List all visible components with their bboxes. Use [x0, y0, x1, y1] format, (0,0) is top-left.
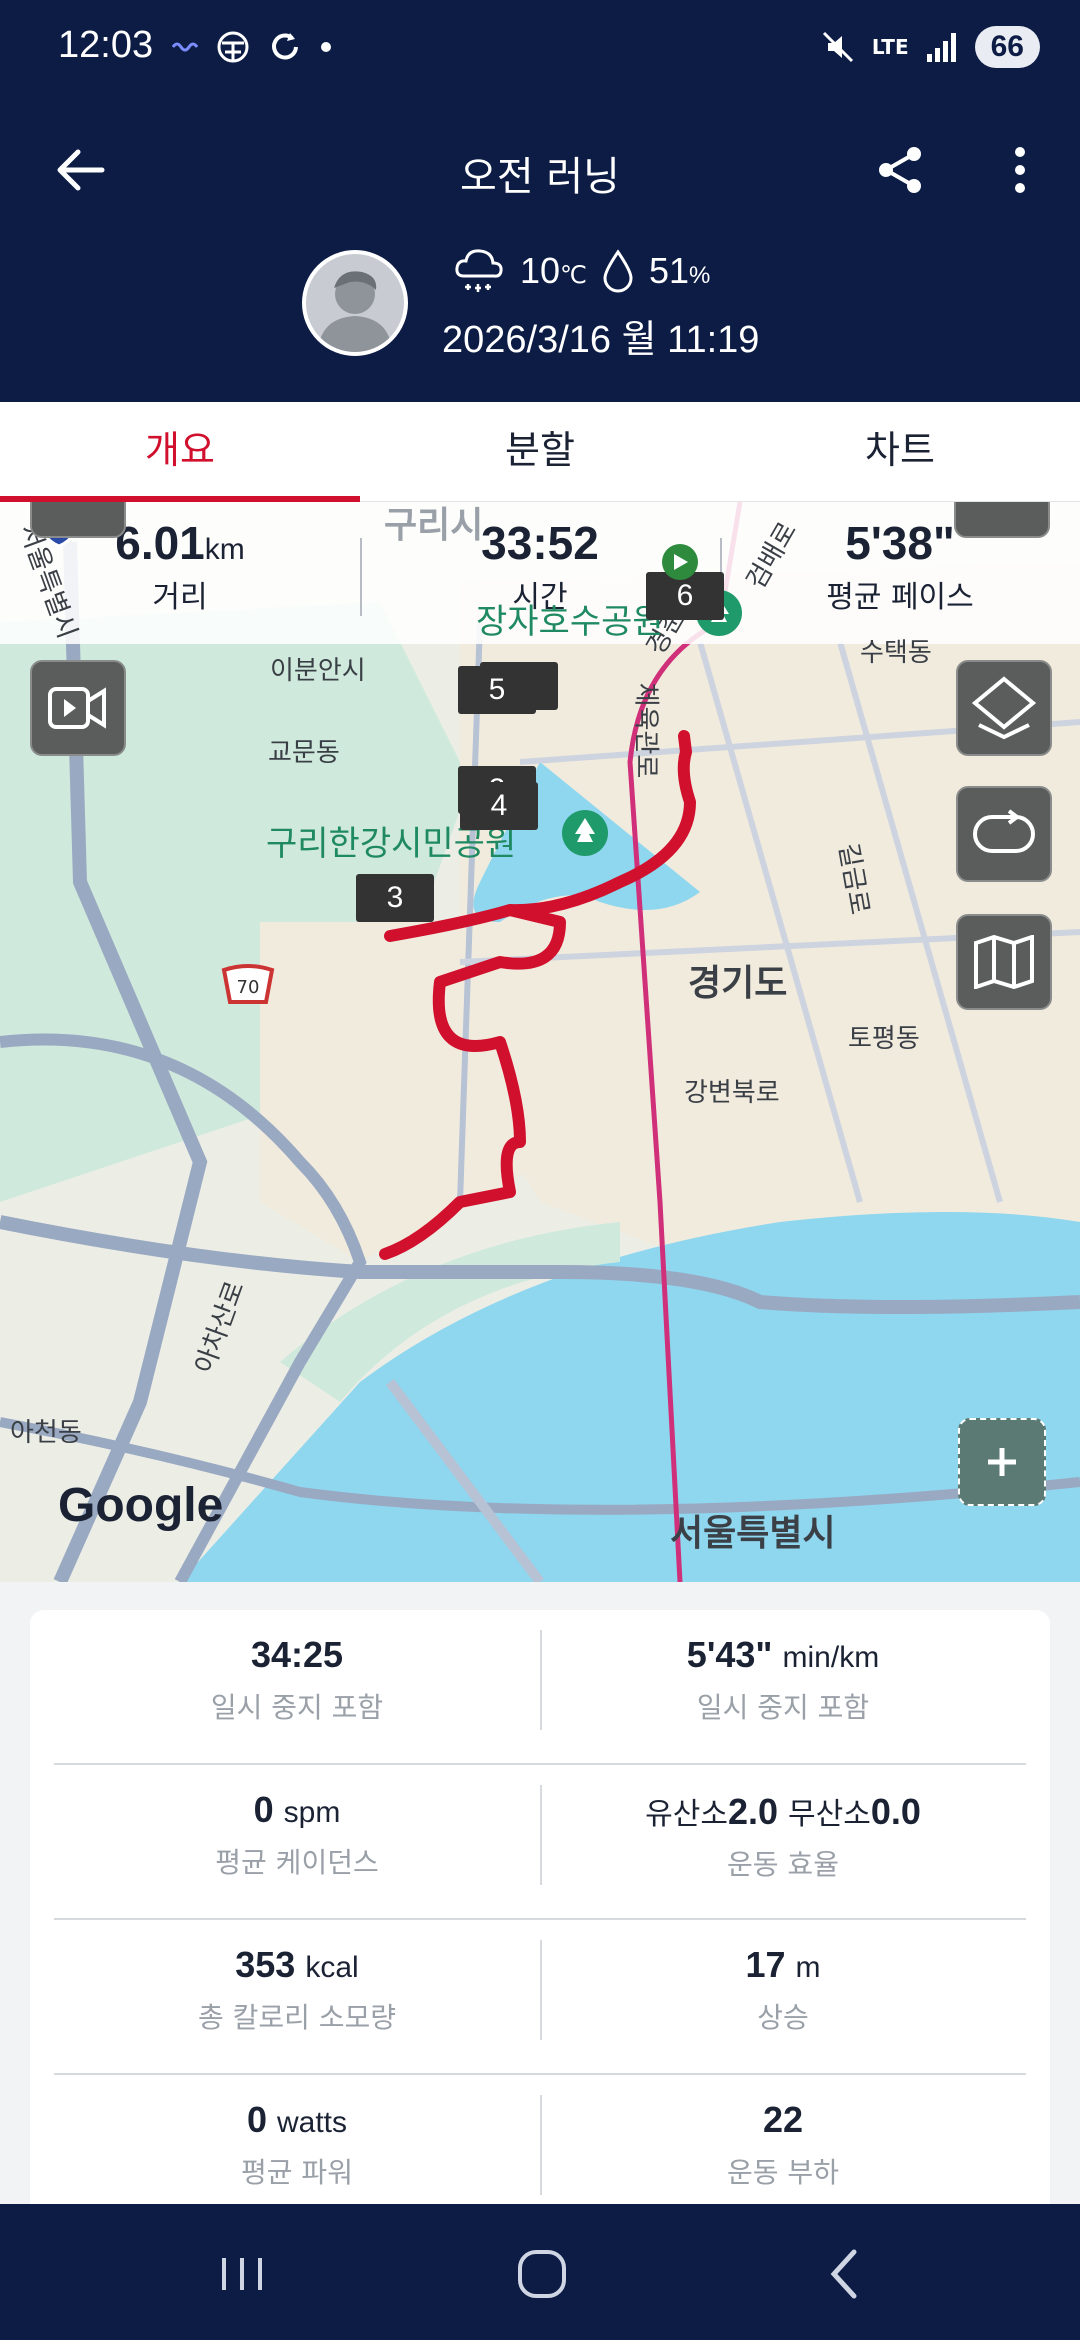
region-label-gyeonggi: 경기도 — [688, 963, 788, 1004]
lte-indicator: LTE — [871, 35, 909, 59]
plus-icon — [988, 1448, 1016, 1476]
route-70-badge-icon: 70 — [221, 964, 275, 1004]
video-replay-button-alt[interactable] — [30, 502, 126, 538]
tab-charts[interactable]: 차트 — [720, 402, 1080, 501]
map-style-button[interactable] — [954, 502, 1050, 538]
sync-icon — [272, 33, 298, 60]
place-label-sutaek: 수택동 — [860, 638, 932, 668]
signal-icon — [926, 33, 956, 62]
more-options-icon[interactable] — [1000, 140, 1040, 200]
split-marker-3[interactable]: 3 — [356, 874, 434, 922]
temperature: 10℃ — [520, 250, 587, 291]
split-marker-5[interactable]: 5 — [458, 666, 536, 714]
share-icon[interactable] — [870, 140, 930, 200]
details-row: 353 kcal 총 칼로리 소모량 17 m 상승 — [54, 1920, 1026, 2075]
route-map[interactable]: 6.01km 거리 33:52 시간 5'38" 평균 페이스 이분안시 수택동… — [0, 502, 1080, 1582]
detail-training-effect: 유산소2.0 무산소0.0 운동 효율 — [540, 1765, 1026, 1918]
park-label-jangja: 장자호수공원 — [476, 602, 664, 642]
details-row: 34:25 일시 중지 포함 5'43" min/km 일시 중지 포함 — [54, 1610, 1026, 1765]
park-tree-icon[interactable] — [560, 808, 610, 858]
recent-apps-icon[interactable] — [202, 2244, 282, 2304]
status-time: 12:03 — [58, 24, 154, 66]
battery-level: 66 — [974, 26, 1040, 68]
dot-icon — [321, 42, 331, 52]
details-row: 0 spm 평균 케이던스 유산소2.0 무산소0.0 운동 효율 — [54, 1765, 1026, 1920]
google-attribution: Google — [58, 1479, 224, 1532]
weather-info: 10℃ 51% — [452, 246, 710, 296]
tab-bar: 개요 분할 차트 — [0, 402, 1080, 502]
road-label-gangbyeon: 강변북로 — [684, 1078, 780, 1108]
split-marker-4[interactable]: 4 — [460, 782, 538, 830]
tab-overview[interactable]: 개요 — [0, 402, 360, 502]
detail-elevation-gain: 17 m 상승 — [540, 1920, 1026, 2073]
detail-cadence: 0 spm 평균 케이던스 — [215, 1789, 379, 1879]
region-label-seoul: 서울특별시 — [670, 1513, 836, 1554]
map-view-button[interactable] — [956, 914, 1052, 1010]
snow-cloud-icon — [455, 249, 503, 292]
start-play-icon[interactable] — [652, 542, 708, 582]
mute-icon — [822, 31, 853, 63]
road-label-chejukgwanro: 체육관로 — [630, 682, 661, 779]
detail-total-time: 34:25 일시 중지 포함 — [210, 1634, 384, 1724]
humidity-drop-icon — [603, 249, 633, 293]
detail-pace-with-pause: 5'43" min/km 일시 중지 포함 — [540, 1610, 1026, 1763]
video-button[interactable] — [30, 660, 126, 756]
svg-text:70: 70 — [237, 977, 260, 998]
detail-calories: 353 kcal 총 칼로리 소모량 — [197, 1944, 397, 2034]
details-card: 34:25 일시 중지 포함 5'43" min/km 일시 중지 포함 0 s… — [30, 1610, 1050, 2230]
map-layer-button[interactable] — [956, 660, 1052, 756]
place-label-ebunan: 이분안시 — [270, 656, 366, 686]
region-label-guri: 구리시 — [384, 505, 484, 546]
humidity: 51% — [649, 250, 711, 291]
route-loop-button[interactable] — [956, 786, 1052, 882]
status-bar: 12:03 LTE 66 — [0, 0, 1080, 100]
activity-datetime: 2026/3/16 월 11:19 — [442, 319, 760, 361]
home-icon[interactable] — [502, 2244, 582, 2304]
place-label-acheon: 아천동 — [10, 1418, 82, 1448]
tab-splits[interactable]: 분할 — [360, 402, 720, 501]
map-layer-icon — [971, 676, 1037, 740]
place-label-topyeong: 토평동 — [848, 1024, 920, 1054]
loop-icon — [973, 809, 1035, 853]
avatar[interactable] — [302, 250, 408, 356]
map-fold-icon — [974, 935, 1034, 989]
app-header: 오전 러닝 10℃ 51% 2026/3/16 월 11:19 — [0, 100, 1080, 402]
place-label-gyomun: 교문동 — [268, 738, 340, 768]
system-nav-bar — [0, 2204, 1080, 2340]
status-notification-icons — [172, 30, 332, 64]
video-camera-icon — [48, 687, 106, 729]
zoom-in-button[interactable] — [958, 1418, 1046, 1506]
status-system-icons: LTE 66 — [820, 26, 1040, 68]
person-icon — [318, 271, 392, 352]
app-circle-icon — [217, 31, 249, 63]
wave-icon — [172, 42, 198, 52]
back-icon[interactable] — [806, 2244, 886, 2304]
